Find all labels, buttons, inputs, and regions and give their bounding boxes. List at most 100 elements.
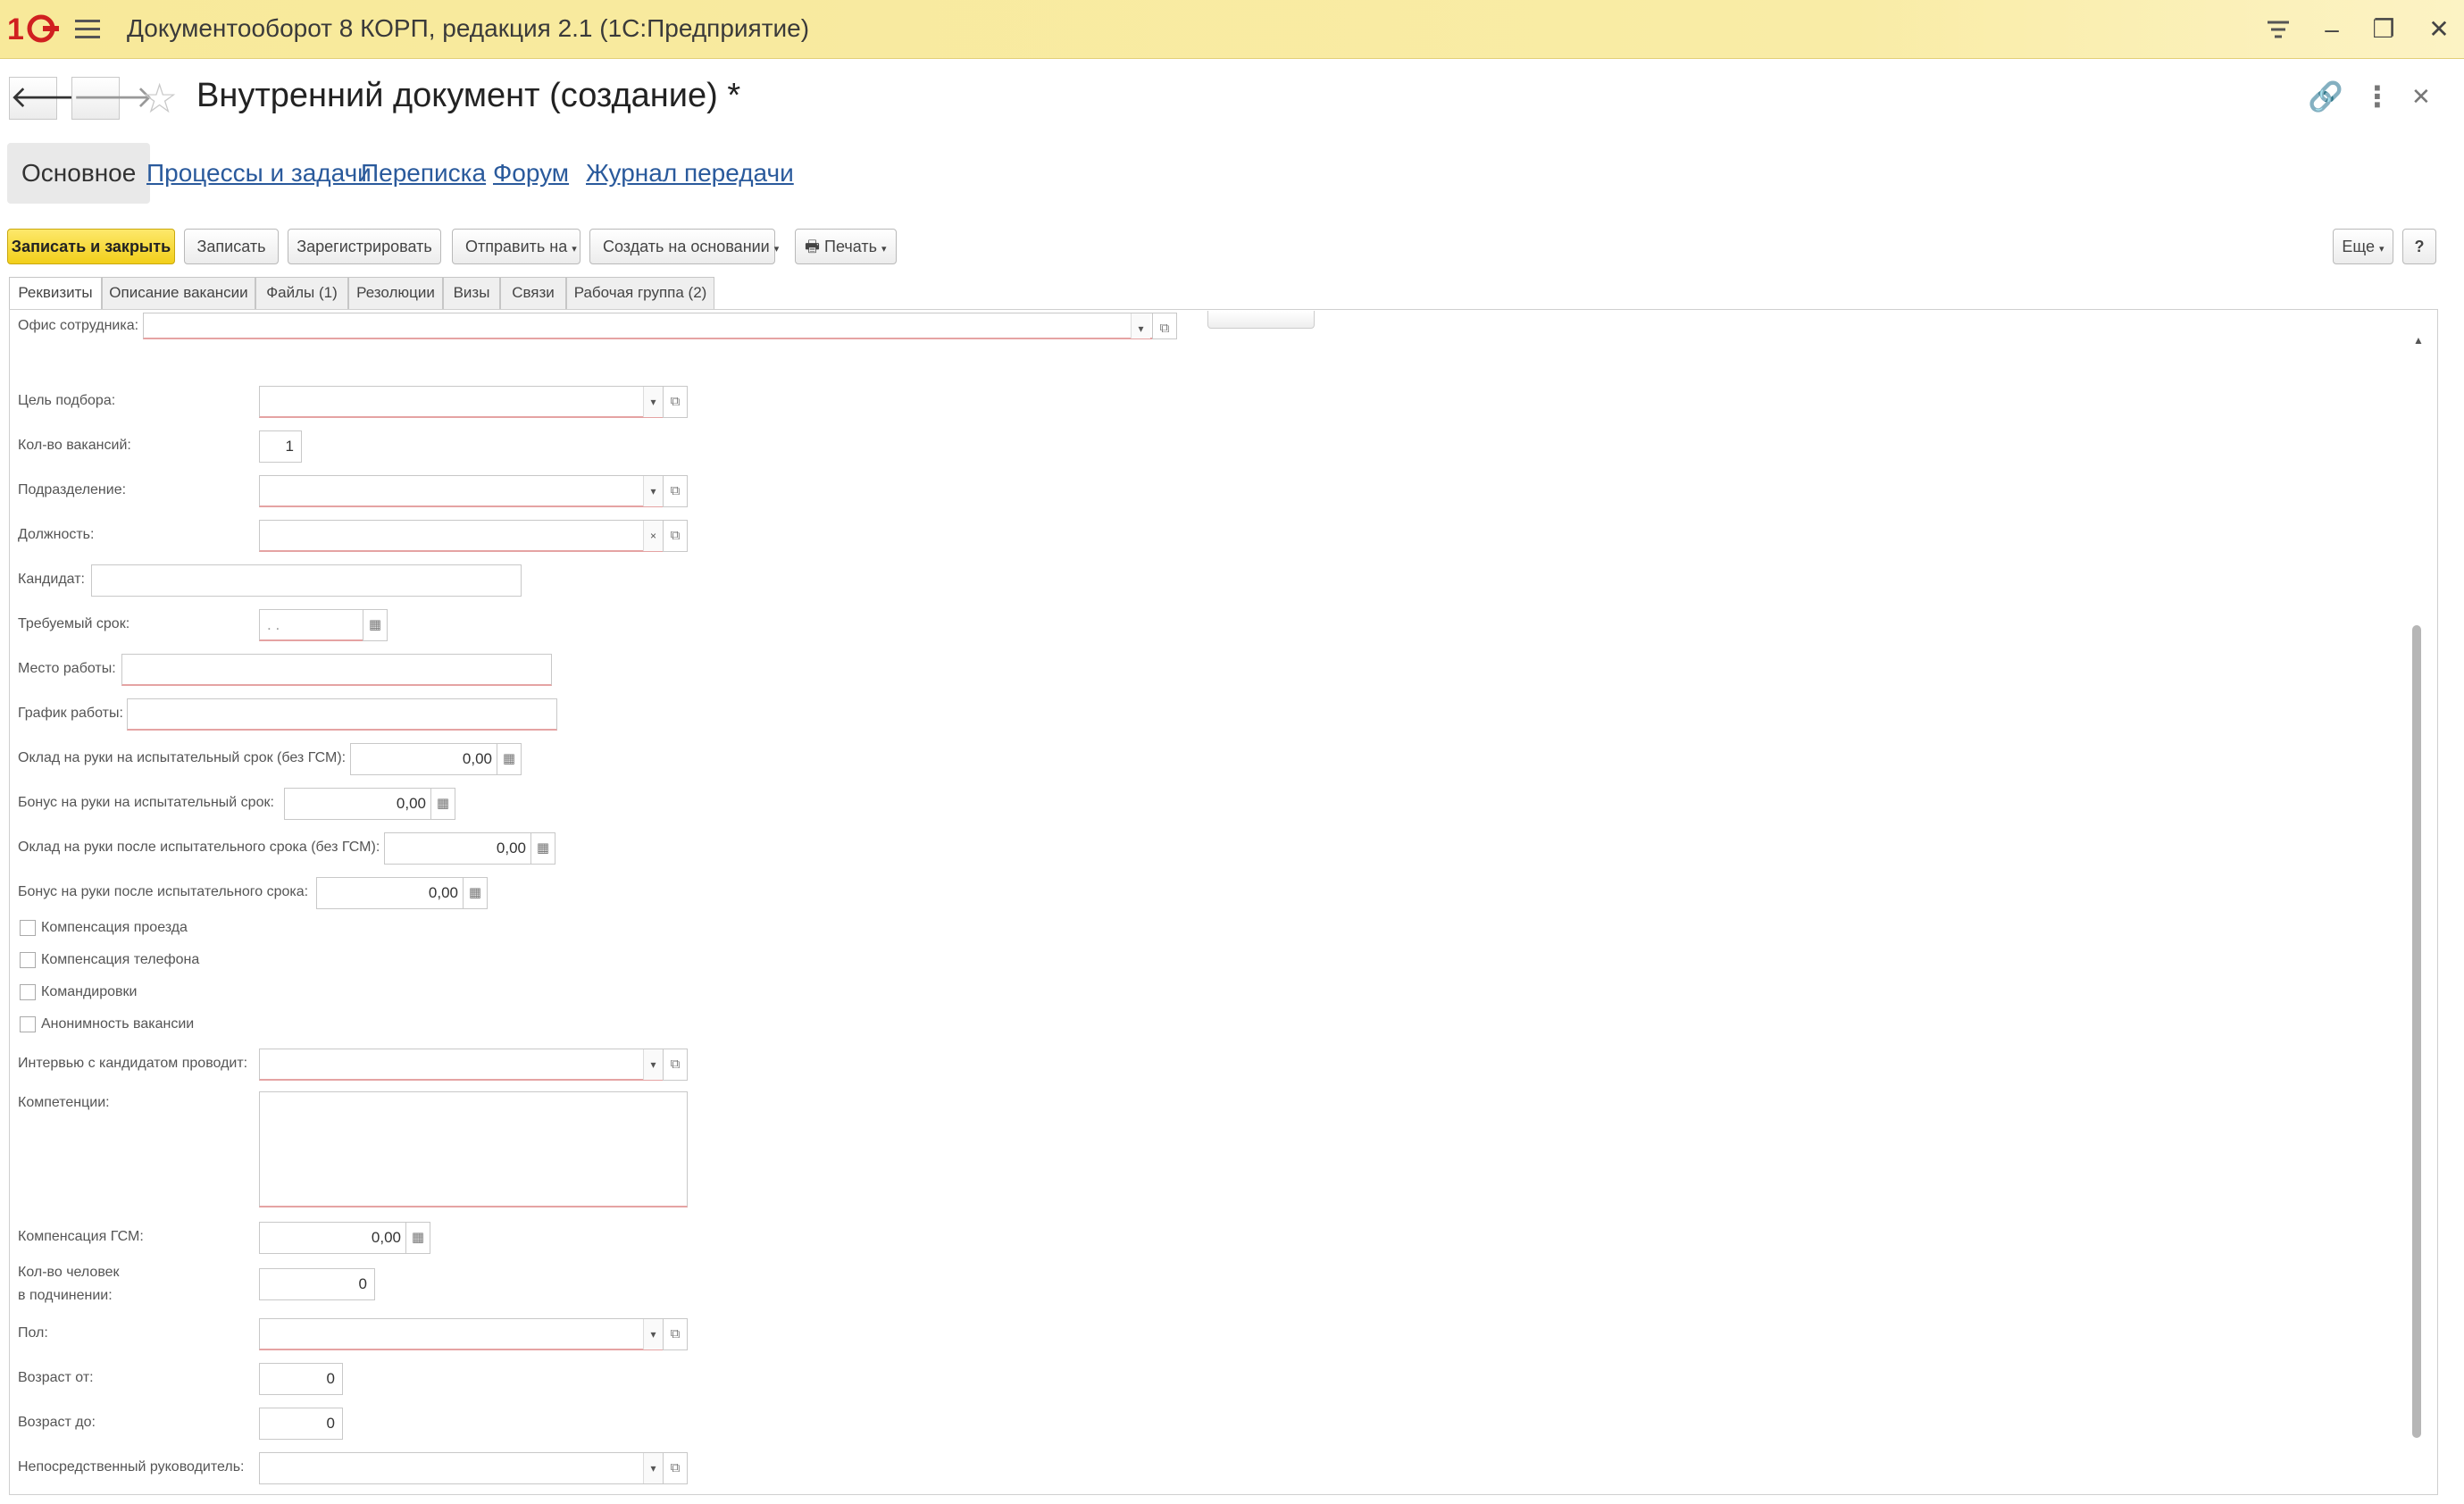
gender-input[interactable]: [259, 1318, 664, 1350]
chevron-down-icon[interactable]: ▾: [643, 1319, 663, 1349]
chevron-down-icon: ▾: [773, 244, 780, 255]
more-button[interactable]: Еще ▾: [2333, 229, 2393, 264]
gender-label: Пол:: [18, 1325, 48, 1341]
restore-icon[interactable]: ❐: [2363, 9, 2404, 50]
close-window-icon[interactable]: ✕: [2418, 9, 2460, 50]
manager-label: Непосредственный руководитель:: [18, 1459, 245, 1475]
1c-logo-icon: 1: [7, 13, 59, 46]
calculator-icon[interactable]: ▦: [530, 832, 555, 865]
business-trips-checkbox[interactable]: [20, 984, 36, 1000]
tab-links[interactable]: Связи: [500, 277, 566, 309]
link-icon[interactable]: 🔗: [2308, 79, 2343, 114]
business-trips-label: Командировки: [41, 984, 138, 999]
save-and-close-button[interactable]: Записать и закрыть: [7, 229, 175, 264]
open-icon[interactable]: ⧉: [1152, 313, 1177, 339]
register-button[interactable]: Зарегистрировать: [288, 229, 441, 264]
chevron-down-icon[interactable]: ▾: [1131, 313, 1150, 338]
position-input[interactable]: [259, 520, 664, 552]
goal-input[interactable]: [259, 386, 664, 418]
tab-correspondence[interactable]: Переписка: [361, 143, 486, 204]
send-to-button[interactable]: Отправить на ▾: [452, 229, 581, 264]
settings-menu-icon[interactable]: [2258, 9, 2299, 50]
open-icon[interactable]: ⧉: [663, 520, 688, 552]
schedule-input[interactable]: [127, 698, 557, 731]
tab-requisites[interactable]: Реквизиты: [9, 277, 102, 311]
office-input[interactable]: [143, 313, 1154, 339]
minimize-icon[interactable]: –: [2311, 9, 2352, 50]
tab-processes[interactable]: Процессы и задачи: [146, 143, 372, 204]
vacancies-input[interactable]: 1: [259, 430, 302, 463]
clear-icon[interactable]: ×: [643, 521, 663, 551]
chevron-down-icon[interactable]: ▾: [643, 1453, 663, 1483]
manager-input[interactable]: [259, 1452, 664, 1484]
close-form-icon[interactable]: ✕: [2411, 79, 2431, 114]
deadline-label: Требуемый срок:: [18, 616, 130, 631]
interviewer-input[interactable]: [259, 1049, 664, 1081]
competencies-textarea[interactable]: [259, 1091, 688, 1207]
phone-compensation-checkbox[interactable]: [20, 952, 36, 968]
print-button[interactable]: 🖶 Печать ▾: [795, 229, 897, 264]
tab-forum[interactable]: Форум: [493, 143, 569, 204]
bonus-after-input[interactable]: 0,00: [316, 877, 466, 909]
age-from-label: Возраст от:: [18, 1370, 94, 1385]
open-icon[interactable]: ⧉: [663, 1318, 688, 1350]
subordinates-input[interactable]: 0: [259, 1268, 375, 1300]
open-icon[interactable]: ⧉: [663, 1452, 688, 1484]
save-button[interactable]: Записать: [184, 229, 279, 264]
chevron-down-icon[interactable]: ▾: [643, 387, 663, 417]
department-input[interactable]: [259, 475, 664, 507]
create-based-button[interactable]: Создать на основании ▾: [589, 229, 779, 264]
candidate-input[interactable]: [91, 564, 522, 597]
salary-after-input[interactable]: 0,00: [384, 832, 534, 865]
print-label: Печать: [824, 238, 877, 255]
chevron-down-icon[interactable]: ▾: [643, 476, 663, 506]
tab-vacancy-description[interactable]: Описание вакансии: [102, 277, 255, 309]
calculator-icon[interactable]: ▦: [430, 788, 455, 820]
phone-compensation-label: Компенсация телефона: [41, 952, 200, 967]
age-to-input[interactable]: 0: [259, 1408, 343, 1440]
bonus-probation-input[interactable]: 0,00: [284, 788, 434, 820]
svg-text:1: 1: [7, 13, 24, 46]
back-button[interactable]: 🡐: [9, 77, 91, 120]
vacancy-anonymity-label: Анонимность вакансии: [41, 1016, 195, 1032]
vacancy-anonymity-checkbox[interactable]: [20, 1016, 36, 1032]
partial-button[interactable]: [1207, 311, 1315, 329]
workplace-input[interactable]: [121, 654, 552, 686]
tab-main[interactable]: Основное: [7, 143, 151, 204]
tab-working-group[interactable]: Рабочая группа (2): [566, 277, 714, 309]
fuel-compensation-input[interactable]: 0,00: [259, 1222, 409, 1254]
calculator-icon[interactable]: ▦: [405, 1222, 430, 1254]
department-label: Подразделение:: [18, 482, 127, 497]
hamburger-menu-icon[interactable]: [75, 20, 100, 39]
open-icon[interactable]: ⧉: [663, 1049, 688, 1081]
favorite-star-icon[interactable]: ☆: [141, 77, 178, 120]
tab-files[interactable]: Файлы (1): [255, 277, 348, 309]
chevron-down-icon: ▾: [881, 244, 887, 255]
travel-compensation-checkbox[interactable]: [20, 920, 36, 936]
open-icon[interactable]: ⧉: [663, 475, 688, 507]
scroll-up-icon[interactable]: ▲: [2413, 334, 2424, 347]
calculator-icon[interactable]: ▦: [497, 743, 522, 775]
chevron-down-icon: ▾: [2379, 244, 2385, 255]
forward-button[interactable]: 🡒: [71, 77, 154, 120]
subordinates-label-line2: в подчинении:: [18, 1288, 113, 1303]
help-button[interactable]: ?: [2402, 229, 2436, 264]
travel-compensation-label: Компенсация проезда: [41, 920, 188, 935]
tab-visas[interactable]: Визы: [443, 277, 500, 309]
competencies-label: Компетенции:: [18, 1095, 110, 1110]
tab-transfer-log[interactable]: Журнал передачи: [586, 143, 794, 204]
open-icon[interactable]: ⧉: [663, 386, 688, 418]
tab-resolutions[interactable]: Резолюции: [348, 277, 443, 309]
calendar-icon[interactable]: ▦: [363, 609, 388, 641]
scrollbar-thumb[interactable]: [2412, 625, 2421, 1438]
deadline-input[interactable]: . .: [259, 609, 366, 641]
vacancies-label: Кол-во вакансий:: [18, 438, 131, 453]
calculator-icon[interactable]: ▦: [463, 877, 488, 909]
chevron-down-icon[interactable]: ▾: [643, 1049, 663, 1080]
salary-probation-input[interactable]: 0,00: [350, 743, 500, 775]
salary-probation-label: Оклад на руки на испытательный срок (без…: [18, 750, 347, 765]
more-actions-icon[interactable]: ⋮: [2363, 79, 2392, 114]
position-label: Должность:: [18, 527, 95, 542]
age-from-input[interactable]: 0: [259, 1363, 343, 1395]
subordinates-label-line1: Кол-во человек: [18, 1265, 120, 1280]
